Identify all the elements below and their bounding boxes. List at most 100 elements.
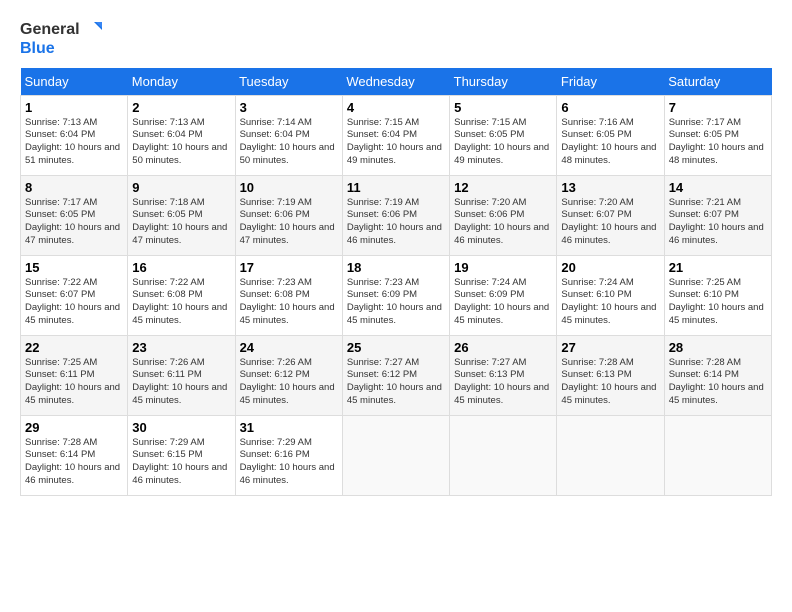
day-header-tuesday: Tuesday	[235, 68, 342, 96]
day-number: 2	[132, 100, 230, 115]
day-number: 3	[240, 100, 338, 115]
logo: General Blue	[20, 20, 102, 58]
calendar-cell	[342, 415, 449, 495]
day-info: Sunrise: 7:27 AM Sunset: 6:12 PM Dayligh…	[347, 357, 445, 408]
calendar-cell: 30 Sunrise: 7:29 AM Sunset: 6:15 PM Dayl…	[128, 415, 235, 495]
day-info: Sunrise: 7:28 AM Sunset: 6:14 PM Dayligh…	[669, 357, 767, 408]
day-info: Sunrise: 7:15 AM Sunset: 6:05 PM Dayligh…	[454, 117, 552, 168]
calendar-cell: 6 Sunrise: 7:16 AM Sunset: 6:05 PM Dayli…	[557, 95, 664, 175]
calendar-cell: 29 Sunrise: 7:28 AM Sunset: 6:14 PM Dayl…	[21, 415, 128, 495]
day-info: Sunrise: 7:17 AM Sunset: 6:05 PM Dayligh…	[25, 197, 123, 248]
page-header: General Blue	[20, 20, 772, 58]
calendar-cell: 18 Sunrise: 7:23 AM Sunset: 6:09 PM Dayl…	[342, 255, 449, 335]
day-number: 5	[454, 100, 552, 115]
day-info: Sunrise: 7:14 AM Sunset: 6:04 PM Dayligh…	[240, 117, 338, 168]
day-number: 28	[669, 340, 767, 355]
day-header-friday: Friday	[557, 68, 664, 96]
day-info: Sunrise: 7:24 AM Sunset: 6:10 PM Dayligh…	[561, 277, 659, 328]
calendar-cell: 8 Sunrise: 7:17 AM Sunset: 6:05 PM Dayli…	[21, 175, 128, 255]
calendar-cell: 7 Sunrise: 7:17 AM Sunset: 6:05 PM Dayli…	[664, 95, 771, 175]
calendar-cell: 14 Sunrise: 7:21 AM Sunset: 6:07 PM Dayl…	[664, 175, 771, 255]
day-number: 21	[669, 260, 767, 275]
day-info: Sunrise: 7:25 AM Sunset: 6:10 PM Dayligh…	[669, 277, 767, 328]
day-number: 20	[561, 260, 659, 275]
calendar-cell: 28 Sunrise: 7:28 AM Sunset: 6:14 PM Dayl…	[664, 335, 771, 415]
calendar-cell: 19 Sunrise: 7:24 AM Sunset: 6:09 PM Dayl…	[450, 255, 557, 335]
day-number: 26	[454, 340, 552, 355]
calendar-cell	[450, 415, 557, 495]
day-number: 14	[669, 180, 767, 195]
day-number: 30	[132, 420, 230, 435]
day-info: Sunrise: 7:19 AM Sunset: 6:06 PM Dayligh…	[240, 197, 338, 248]
day-info: Sunrise: 7:28 AM Sunset: 6:13 PM Dayligh…	[561, 357, 659, 408]
day-info: Sunrise: 7:26 AM Sunset: 6:11 PM Dayligh…	[132, 357, 230, 408]
day-header-saturday: Saturday	[664, 68, 771, 96]
day-number: 19	[454, 260, 552, 275]
day-header-wednesday: Wednesday	[342, 68, 449, 96]
day-info: Sunrise: 7:25 AM Sunset: 6:11 PM Dayligh…	[25, 357, 123, 408]
day-info: Sunrise: 7:15 AM Sunset: 6:04 PM Dayligh…	[347, 117, 445, 168]
calendar-cell	[664, 415, 771, 495]
day-number: 17	[240, 260, 338, 275]
day-info: Sunrise: 7:20 AM Sunset: 6:06 PM Dayligh…	[454, 197, 552, 248]
calendar-cell: 9 Sunrise: 7:18 AM Sunset: 6:05 PM Dayli…	[128, 175, 235, 255]
day-info: Sunrise: 7:13 AM Sunset: 6:04 PM Dayligh…	[25, 117, 123, 168]
day-info: Sunrise: 7:19 AM Sunset: 6:06 PM Dayligh…	[347, 197, 445, 248]
calendar-cell: 26 Sunrise: 7:27 AM Sunset: 6:13 PM Dayl…	[450, 335, 557, 415]
calendar-cell: 21 Sunrise: 7:25 AM Sunset: 6:10 PM Dayl…	[664, 255, 771, 335]
day-number: 15	[25, 260, 123, 275]
day-number: 11	[347, 180, 445, 195]
logo-blue: Blue	[20, 40, 102, 58]
day-info: Sunrise: 7:22 AM Sunset: 6:07 PM Dayligh…	[25, 277, 123, 328]
day-number: 1	[25, 100, 123, 115]
calendar-cell: 12 Sunrise: 7:20 AM Sunset: 6:06 PM Dayl…	[450, 175, 557, 255]
day-number: 23	[132, 340, 230, 355]
calendar-cell: 5 Sunrise: 7:15 AM Sunset: 6:05 PM Dayli…	[450, 95, 557, 175]
day-info: Sunrise: 7:27 AM Sunset: 6:13 PM Dayligh…	[454, 357, 552, 408]
day-number: 10	[240, 180, 338, 195]
day-info: Sunrise: 7:23 AM Sunset: 6:09 PM Dayligh…	[347, 277, 445, 328]
day-number: 22	[25, 340, 123, 355]
day-info: Sunrise: 7:17 AM Sunset: 6:05 PM Dayligh…	[669, 117, 767, 168]
day-number: 16	[132, 260, 230, 275]
calendar-cell: 24 Sunrise: 7:26 AM Sunset: 6:12 PM Dayl…	[235, 335, 342, 415]
calendar-cell: 22 Sunrise: 7:25 AM Sunset: 6:11 PM Dayl…	[21, 335, 128, 415]
day-number: 18	[347, 260, 445, 275]
calendar-cell: 10 Sunrise: 7:19 AM Sunset: 6:06 PM Dayl…	[235, 175, 342, 255]
day-number: 6	[561, 100, 659, 115]
day-header-sunday: Sunday	[21, 68, 128, 96]
day-number: 27	[561, 340, 659, 355]
day-info: Sunrise: 7:29 AM Sunset: 6:16 PM Dayligh…	[240, 437, 338, 488]
calendar-cell: 25 Sunrise: 7:27 AM Sunset: 6:12 PM Dayl…	[342, 335, 449, 415]
calendar-cell	[557, 415, 664, 495]
calendar-cell: 13 Sunrise: 7:20 AM Sunset: 6:07 PM Dayl…	[557, 175, 664, 255]
calendar-cell: 11 Sunrise: 7:19 AM Sunset: 6:06 PM Dayl…	[342, 175, 449, 255]
day-number: 9	[132, 180, 230, 195]
calendar-table: SundayMondayTuesdayWednesdayThursdayFrid…	[20, 68, 772, 496]
logo-text: General Blue	[20, 20, 102, 58]
day-number: 13	[561, 180, 659, 195]
day-info: Sunrise: 7:20 AM Sunset: 6:07 PM Dayligh…	[561, 197, 659, 248]
logo-general: General	[20, 21, 80, 39]
day-header-monday: Monday	[128, 68, 235, 96]
day-info: Sunrise: 7:23 AM Sunset: 6:08 PM Dayligh…	[240, 277, 338, 328]
day-number: 12	[454, 180, 552, 195]
day-number: 4	[347, 100, 445, 115]
day-info: Sunrise: 7:16 AM Sunset: 6:05 PM Dayligh…	[561, 117, 659, 168]
day-number: 24	[240, 340, 338, 355]
calendar-cell: 1 Sunrise: 7:13 AM Sunset: 6:04 PM Dayli…	[21, 95, 128, 175]
calendar-cell: 31 Sunrise: 7:29 AM Sunset: 6:16 PM Dayl…	[235, 415, 342, 495]
day-info: Sunrise: 7:18 AM Sunset: 6:05 PM Dayligh…	[132, 197, 230, 248]
calendar-cell: 15 Sunrise: 7:22 AM Sunset: 6:07 PM Dayl…	[21, 255, 128, 335]
calendar-cell: 4 Sunrise: 7:15 AM Sunset: 6:04 PM Dayli…	[342, 95, 449, 175]
day-header-thursday: Thursday	[450, 68, 557, 96]
calendar-cell: 16 Sunrise: 7:22 AM Sunset: 6:08 PM Dayl…	[128, 255, 235, 335]
calendar-cell: 20 Sunrise: 7:24 AM Sunset: 6:10 PM Dayl…	[557, 255, 664, 335]
day-number: 8	[25, 180, 123, 195]
calendar-cell: 23 Sunrise: 7:26 AM Sunset: 6:11 PM Dayl…	[128, 335, 235, 415]
day-info: Sunrise: 7:29 AM Sunset: 6:15 PM Dayligh…	[132, 437, 230, 488]
day-number: 25	[347, 340, 445, 355]
calendar-cell: 17 Sunrise: 7:23 AM Sunset: 6:08 PM Dayl…	[235, 255, 342, 335]
day-info: Sunrise: 7:13 AM Sunset: 6:04 PM Dayligh…	[132, 117, 230, 168]
calendar-cell: 3 Sunrise: 7:14 AM Sunset: 6:04 PM Dayli…	[235, 95, 342, 175]
